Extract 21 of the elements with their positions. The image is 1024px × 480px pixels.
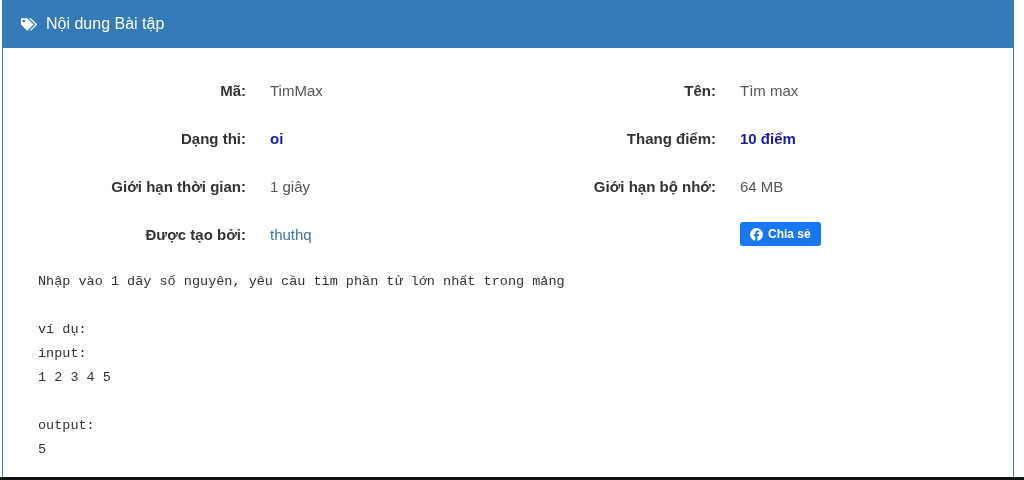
description-text: output: 5 (38, 417, 95, 459)
field-label: Dạng thi: (180, 129, 246, 147)
field-value: 1 giây (270, 177, 311, 195)
tags-icon (20, 16, 40, 32)
field-label: Thang điểm: (625, 129, 716, 147)
author-link[interactable]: thuthq (270, 225, 312, 243)
field-label: Tên: (683, 81, 716, 99)
description-text: Nhập vào 1 dãy số nguyên, yêu cầu tìm phần tử lớn nhất trong mảng (38, 273, 565, 291)
field-label: Được tạo bởi: (144, 225, 246, 243)
field-label: Giới hạn thời gian: (110, 177, 246, 195)
field-value: Tìm max (740, 81, 799, 99)
field-value: TimMax (270, 81, 323, 99)
facebook-icon (750, 227, 763, 241)
field-value: 64 MB (740, 177, 784, 195)
field-value: 10 điểm (740, 129, 796, 147)
field-label: Giới hạn bộ nhớ: (592, 177, 716, 195)
field-value: oi (270, 129, 284, 147)
share-button[interactable]: Chia sẻ (740, 222, 821, 246)
field-label: Mã: (219, 81, 246, 99)
panel-title: Nội dung Bài tập (46, 15, 165, 33)
description-text: ví dụ: input: 1 2 3 4 5 (38, 321, 111, 387)
